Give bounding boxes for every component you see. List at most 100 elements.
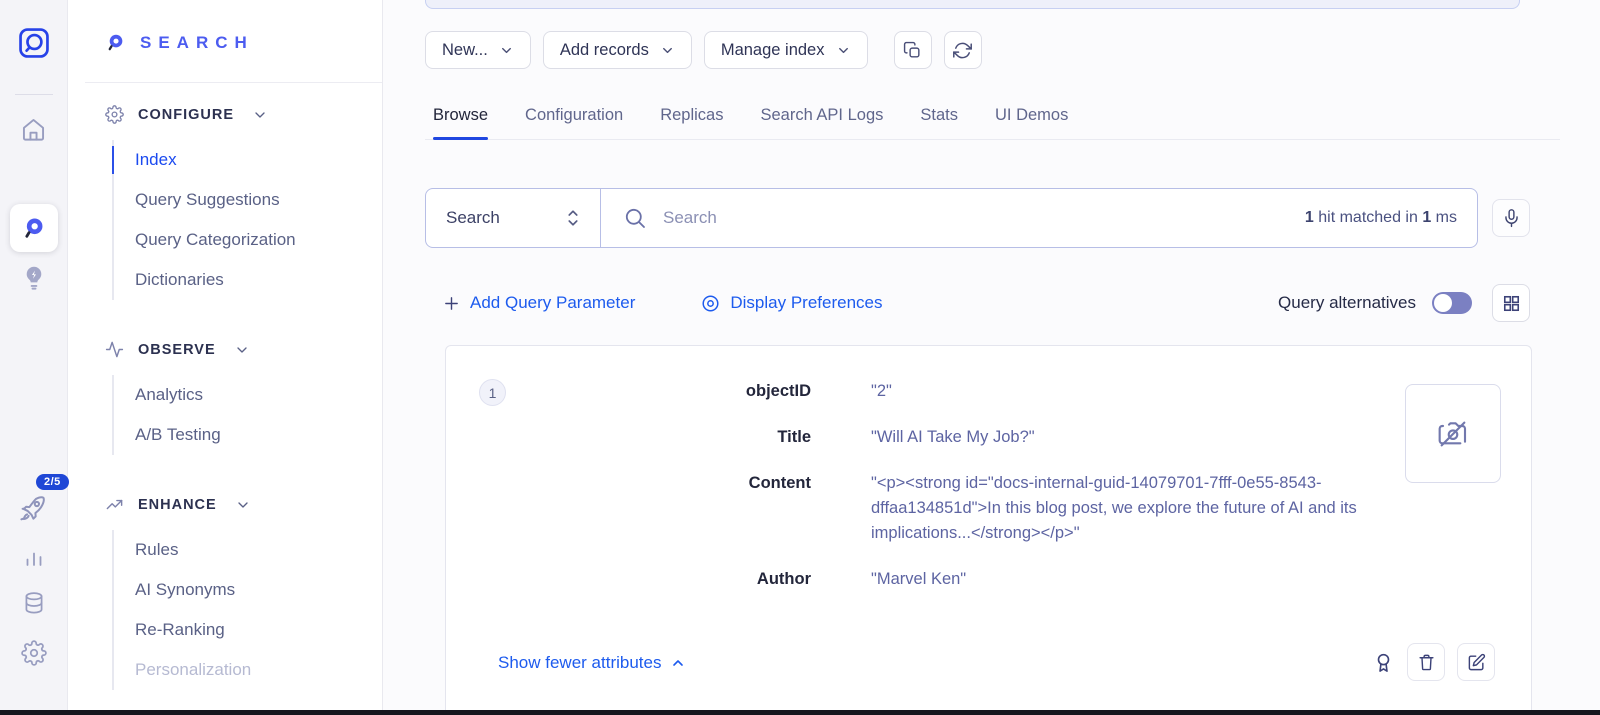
search-bar: Search 1 hit matched in 1 ms (425, 188, 1478, 248)
award-ribbon-icon[interactable] (1372, 651, 1395, 674)
chevron-down-icon (252, 107, 268, 123)
section-configure-label: CONFIGURE (138, 107, 234, 123)
layout-grid-button[interactable] (1492, 284, 1530, 322)
attribute-value: "2" (871, 379, 1396, 404)
rail-item-search-active[interactable] (10, 204, 58, 252)
tab-search-api-logs[interactable]: Search API Logs (760, 106, 883, 139)
query-controls-row: Add Query Parameter Display Preferences … (425, 283, 1530, 323)
attribute-value: "Marvel Ken" (871, 567, 1396, 592)
search-mode-value: Search (446, 208, 500, 228)
add-query-parameter-label: Add Query Parameter (470, 293, 635, 313)
configure-items: Index Query Suggestions Query Categoriza… (112, 140, 382, 300)
search-icon (623, 206, 647, 230)
hits-text: hit matched in (1314, 209, 1423, 226)
rail-item-upgrade[interactable]: 2/5 (17, 492, 51, 526)
index-tabs: Browse Configuration Replicas Search API… (425, 106, 1560, 140)
chevron-up-icon (670, 655, 686, 671)
recommend-bulb-icon[interactable] (21, 264, 47, 294)
sidebar-item-ab-testing[interactable]: A/B Testing (135, 415, 382, 455)
section-enhance-label: ENHANCE (138, 497, 217, 513)
attribute-row-content: Content "<p><strong id="docs-internal-gu… (446, 471, 1396, 546)
display-preferences-link[interactable]: Display Preferences (701, 293, 882, 313)
tab-configuration[interactable]: Configuration (525, 106, 623, 139)
sidebar-item-index[interactable]: Index (135, 140, 382, 180)
show-fewer-attributes-link[interactable]: Show fewer attributes (498, 653, 686, 673)
chevron-updown-icon (564, 208, 582, 228)
sidebar-item-ai-synonyms[interactable]: AI Synonyms (135, 570, 382, 610)
query-alternatives-label: Query alternatives (1278, 293, 1416, 313)
main-content: New... Add records Manage index (384, 0, 1600, 715)
home-icon[interactable] (20, 116, 47, 143)
new-button[interactable]: New... (425, 31, 531, 69)
microphone-icon (1502, 208, 1521, 229)
hit-attributes: objectID "2" Title "Will AI Take My Job?… (446, 379, 1396, 592)
sidebar-item-query-categorization[interactable]: Query Categorization (135, 220, 382, 260)
refresh-button[interactable] (944, 31, 982, 69)
add-records-button[interactable]: Add records (543, 31, 692, 69)
gear-icon (105, 105, 124, 124)
voice-search-button[interactable] (1492, 199, 1530, 237)
hits-count: 1 (1305, 209, 1314, 226)
search-mode-select[interactable]: Search (426, 189, 601, 247)
section-configure-header[interactable]: CONFIGURE (105, 105, 382, 124)
sidebar-item-re-ranking[interactable]: Re-Ranking (135, 610, 382, 650)
manage-index-button[interactable]: Manage index (704, 31, 868, 69)
sidebar-item-dictionaries[interactable]: Dictionaries (135, 260, 382, 300)
trial-usage-badge: 2/5 (36, 474, 69, 490)
attribute-row-author: Author "Marvel Ken" (446, 567, 1396, 592)
tab-browse[interactable]: Browse (433, 106, 488, 139)
section-observe-header[interactable]: OBSERVE (105, 340, 382, 359)
algolia-logo-icon[interactable] (17, 26, 51, 60)
index-toolbar: New... Add records Manage index (425, 31, 982, 69)
search-input-area: 1 hit matched in 1 ms (601, 189, 1477, 247)
section-observe-label: OBSERVE (138, 342, 216, 358)
sidebar-item-query-suggestions[interactable]: Query Suggestions (135, 180, 382, 220)
new-button-label: New... (442, 41, 488, 60)
show-fewer-label: Show fewer attributes (498, 653, 661, 673)
tab-ui-demos[interactable]: UI Demos (995, 106, 1068, 139)
database-icon[interactable] (21, 590, 47, 616)
observe-items: Analytics A/B Testing (112, 375, 382, 455)
query-alternatives-toggle[interactable] (1432, 292, 1472, 314)
eye-icon (701, 294, 720, 313)
section-enhance-header[interactable]: ENHANCE (105, 495, 382, 514)
query-row-right: Query alternatives (1278, 284, 1530, 322)
chevron-down-icon (660, 43, 675, 58)
search-hits-stats: 1 hit matched in 1 ms (1305, 209, 1457, 227)
section-configure: CONFIGURE Index Query Suggestions Query … (105, 105, 382, 300)
copy-button[interactable] (894, 31, 932, 69)
delete-record-button[interactable] (1407, 643, 1445, 681)
image-placeholder (1405, 384, 1501, 483)
tab-replicas[interactable]: Replicas (660, 106, 723, 139)
add-records-label: Add records (560, 41, 649, 60)
attribute-label: Author (446, 567, 811, 592)
section-enhance: ENHANCE Rules AI Synonyms Re-Ranking Per… (105, 495, 382, 690)
hit-actions (1372, 643, 1495, 681)
trending-up-icon (105, 495, 124, 514)
bar-chart-icon[interactable] (22, 546, 46, 570)
trash-icon (1417, 653, 1436, 672)
add-query-parameter-link[interactable]: Add Query Parameter (443, 293, 635, 313)
chevron-down-icon (499, 43, 514, 58)
chevron-down-icon (234, 342, 250, 358)
activity-icon (105, 340, 124, 359)
grid-icon (1502, 294, 1521, 313)
sidebar-item-rules[interactable]: Rules (135, 530, 382, 570)
edit-record-button[interactable] (1457, 643, 1495, 681)
enhance-items: Rules AI Synonyms Re-Ranking Personaliza… (112, 530, 382, 690)
chevron-down-icon (836, 43, 851, 58)
algolia-dashboard: 2/5 SEA (0, 0, 1600, 715)
tab-stats[interactable]: Stats (920, 106, 958, 139)
search-input[interactable] (663, 208, 1289, 228)
sidebar-item-analytics[interactable]: Analytics (135, 375, 382, 415)
search-sidebar: SEARCH CONFIGURE Index Query Suggestions (68, 0, 383, 715)
taskbar-edge (0, 710, 1600, 715)
refresh-icon (953, 41, 972, 60)
copy-icon (903, 41, 922, 60)
sidebar-header: SEARCH (105, 32, 382, 53)
sidebar-divider (85, 82, 382, 83)
chevron-down-icon (235, 497, 251, 513)
rocket-icon (17, 492, 51, 524)
sidebar-item-personalization[interactable]: Personalization (135, 650, 382, 690)
settings-gear-icon[interactable] (21, 640, 47, 666)
